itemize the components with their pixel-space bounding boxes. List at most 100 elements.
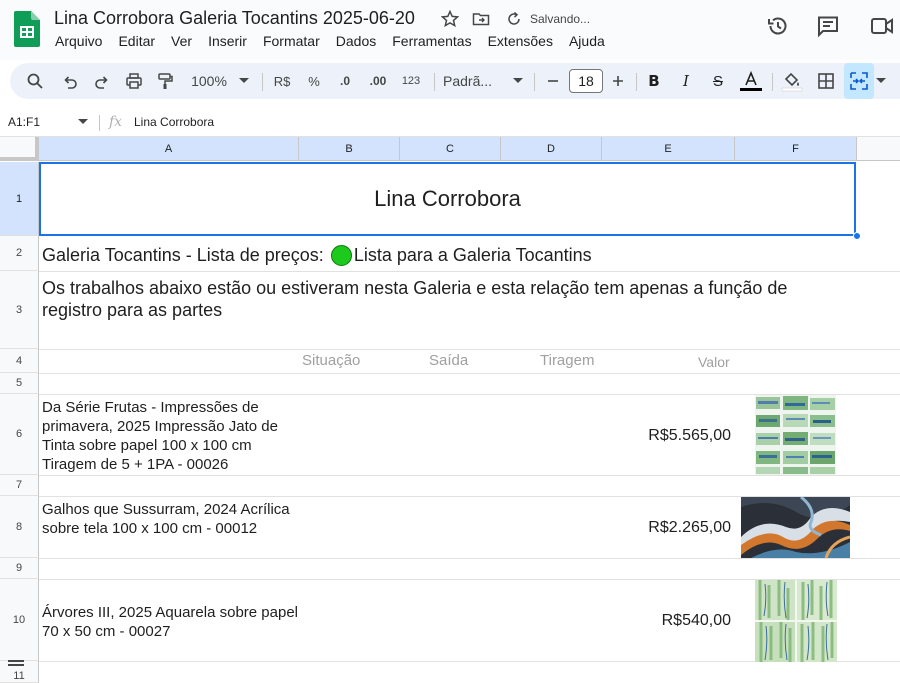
plus-icon [613, 76, 623, 86]
toolbar-divider [636, 73, 637, 91]
status-dot-icon [330, 244, 352, 266]
meet-icon[interactable] [870, 14, 894, 38]
toolbar-divider [534, 73, 535, 91]
column-header-e[interactable]: E [602, 137, 735, 161]
menu-bar: Arquivo Editar Ver Inserir Formatar Dado… [47, 33, 613, 49]
menu-inserir[interactable]: Inserir [200, 33, 255, 49]
row-header-9[interactable]: 9 [0, 558, 39, 579]
paint-format-button[interactable] [153, 63, 177, 99]
sheet-title-cell[interactable]: Lina Corrobora [39, 162, 856, 236]
artwork-thumbnail-arvores[interactable] [755, 580, 837, 662]
fill-color-button[interactable] [779, 63, 805, 99]
undo-button[interactable] [58, 63, 82, 99]
document-title[interactable]: Lina Corrobora Galeria Tocantins 2025-06… [54, 8, 415, 29]
gallery-note-cell[interactable]: Os trabalhos abaixo estão ou estiveram n… [42, 277, 842, 321]
item-price[interactable]: R$2.265,00 [602, 518, 731, 537]
row-header-4[interactable]: 4 [0, 349, 39, 373]
search-icon [27, 73, 43, 89]
font-select[interactable]: Padrã... [443, 63, 503, 99]
price-list-label: Galeria Tocantins - Lista de preços: [42, 245, 329, 265]
price-list-link[interactable]: Lista para a Galeria Tocantins [354, 244, 592, 266]
row-header-8[interactable]: 8 [0, 496, 39, 558]
menu-editar[interactable]: Editar [110, 33, 163, 49]
header-situacao[interactable]: Situação [302, 352, 360, 369]
column-header-b[interactable]: B [299, 137, 400, 161]
print-button[interactable] [122, 63, 146, 99]
column-header-d[interactable]: D [501, 137, 602, 161]
name-box[interactable]: A1:F1 [8, 115, 40, 129]
menu-extensoes[interactable]: Extensões [480, 33, 561, 49]
row-header-6[interactable]: 6 [0, 394, 39, 475]
formula-input[interactable]: Lina Corrobora [134, 115, 214, 129]
row-header-1[interactable]: 1 [0, 162, 39, 236]
item-price[interactable]: R$5.565,00 [602, 426, 731, 445]
decrease-decimal-label: .0 [339, 74, 350, 88]
decrease-decimal-button[interactable]: .0 [332, 63, 358, 99]
name-box-dropdown-icon[interactable] [78, 119, 88, 125]
menu-dados[interactable]: Dados [328, 33, 384, 49]
zoom-dropdown-icon[interactable] [239, 78, 249, 84]
font-size-input[interactable]: 18 [569, 69, 603, 93]
item-description[interactable]: Da Série Frutas - Impressões de primaver… [42, 398, 300, 474]
more-formats-button[interactable]: 123 [398, 63, 424, 99]
freeze-handle-icon[interactable] [8, 660, 24, 666]
currency-format-button[interactable]: R$ [270, 63, 294, 99]
merge-dropdown-icon[interactable] [876, 78, 886, 84]
dark-orange-blue-swirl-image [741, 497, 850, 558]
menu-ferramentas[interactable]: Ferramentas [384, 33, 479, 49]
column-header-f[interactable]: F [735, 137, 857, 161]
italic-button[interactable]: I [675, 63, 697, 99]
borders-icon [818, 73, 834, 89]
item-description[interactable]: Galhos que Sussurram, 2024 Acrílica sobr… [42, 500, 300, 538]
star-icon[interactable] [441, 10, 459, 28]
column-header-c[interactable]: C [400, 137, 501, 161]
item-description[interactable]: Árvores III, 2025 Aquarela sobre papel 7… [42, 603, 300, 641]
move-folder-icon[interactable] [472, 10, 490, 28]
menu-ver[interactable]: Ver [163, 33, 200, 49]
redo-button[interactable] [90, 63, 114, 99]
menu-ajuda[interactable]: Ajuda [561, 33, 613, 49]
row-header-7[interactable]: 7 [0, 475, 39, 496]
fx-icon: fx [109, 114, 123, 130]
green-watercolor-grid-image [755, 580, 837, 662]
search-menus-button[interactable] [22, 63, 48, 99]
paint-format-icon [158, 73, 173, 89]
artwork-thumbnail-frutas[interactable] [755, 395, 836, 475]
row-header-10[interactable]: 10 [0, 579, 39, 661]
artwork-thumbnail-galhos[interactable] [741, 497, 850, 558]
item-price[interactable]: R$540,00 [602, 611, 731, 630]
font-dropdown-icon[interactable] [513, 78, 523, 84]
sheets-logo-icon[interactable] [14, 11, 40, 47]
toolbar-divider [434, 73, 435, 91]
percent-format-button[interactable]: % [302, 63, 326, 99]
menu-formatar[interactable]: Formatar [255, 33, 328, 49]
merge-cells-button[interactable] [844, 63, 874, 99]
spreadsheet-grid[interactable]: A B C D E F 1 2 3 4 5 6 7 8 9 10 11 Lina… [0, 137, 900, 683]
version-history-icon[interactable] [766, 14, 790, 38]
row-header-2[interactable]: 2 [0, 236, 39, 271]
header-saida[interactable]: Saída [429, 352, 468, 369]
menu-arquivo[interactable]: Arquivo [47, 33, 110, 49]
fill-color-icon [781, 72, 803, 92]
formula-divider [99, 115, 100, 131]
toolbar: 100% R$ % .0 .00 123 Padrã... 18 B I S [10, 63, 900, 99]
select-all-corner[interactable] [0, 137, 39, 161]
borders-button[interactable] [813, 63, 839, 99]
increase-font-size-button[interactable] [608, 63, 628, 99]
header-valor[interactable]: Valor [698, 354, 730, 370]
column-header-a[interactable]: A [39, 137, 299, 161]
row-header-3[interactable]: 3 [0, 271, 39, 349]
bold-button[interactable]: B [643, 63, 665, 99]
decrease-font-size-button[interactable] [543, 63, 563, 99]
strikethrough-button[interactable]: S [707, 63, 729, 99]
row-header-5[interactable]: 5 [0, 373, 39, 394]
zoom-select[interactable]: 100% [188, 63, 230, 99]
gallery-price-list-cell[interactable]: Galeria Tocantins - Lista de preços: Lis… [42, 244, 592, 266]
merge-cells-icon [850, 72, 868, 90]
comments-icon[interactable] [816, 14, 840, 38]
saving-status: Salvando... [530, 12, 591, 26]
increase-decimal-button[interactable]: .00 [364, 63, 392, 99]
header-tiragem[interactable]: Tiragem [540, 352, 594, 369]
selection-fill-handle[interactable] [853, 232, 861, 240]
text-color-button[interactable] [738, 63, 764, 99]
